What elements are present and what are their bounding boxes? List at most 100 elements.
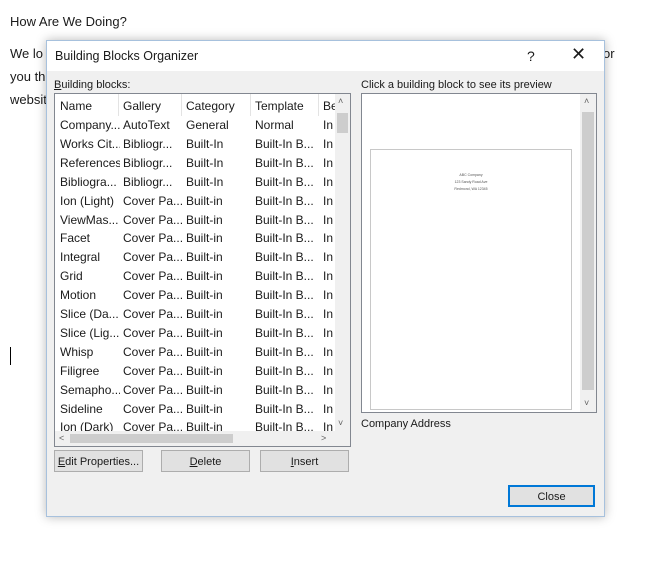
- table-cell: Slice (Da...: [60, 307, 119, 321]
- scroll-down-arrow-icon[interactable]: ˅: [338, 419, 343, 428]
- preview-scroll-thumb[interactable]: [582, 112, 594, 390]
- list-horizontal-scrollbar[interactable]: ˂ ˃: [55, 431, 335, 446]
- table-row[interactable]: Semapho... Cover Pa... Built-in Built-In B.…: [55, 381, 335, 400]
- table-cell: Built-In B...: [255, 269, 314, 284]
- list-header: Name Gallery Category Template Be: [55, 94, 335, 116]
- scroll-left-arrow-icon[interactable]: ˂: [59, 434, 64, 443]
- table-cell: In: [323, 174, 334, 189]
- table-cell: Built-in: [186, 193, 223, 208]
- table-cell: Cover Pa...: [123, 288, 183, 303]
- table-row[interactable]: Bibliogra... Bibliogr... Built-In Built-In …: [55, 173, 335, 192]
- list-vertical-scroll-thumb[interactable]: [337, 113, 348, 133]
- table-cell: References: [60, 155, 120, 170]
- table-cell: Built-in: [186, 307, 223, 321]
- table-cell: Built-In B...: [255, 174, 314, 189]
- dialog-titlebar[interactable]: Building Blocks Organizer ? ✕: [47, 41, 604, 71]
- table-cell: In: [323, 118, 334, 132]
- insert-button[interactable]: Insert: [260, 450, 349, 472]
- preview-block-name: Company Address: [361, 418, 451, 430]
- edit-properties-button[interactable]: Edit Properties...: [54, 450, 143, 472]
- table-row[interactable]: ViewMas... Cover Pa... Built-in Built-In B.…: [55, 211, 335, 230]
- table-cell: Built-In B...: [255, 344, 314, 359]
- preview-page-line: Redmond, WA 12345: [454, 187, 488, 191]
- table-cell: ViewMas...: [60, 212, 119, 227]
- table-row[interactable]: References Bibliogr... Built-In Built-In B.…: [55, 154, 335, 173]
- table-cell: Built-In B...: [255, 212, 314, 227]
- table-cell: Built-In B...: [255, 288, 314, 303]
- table-cell: Semapho...: [60, 382, 120, 397]
- table-cell: Cover Pa...: [123, 212, 183, 227]
- document-heading: How Are We Doing?: [10, 14, 127, 29]
- table-cell: Built-in: [186, 288, 223, 303]
- table-cell: Built-in: [186, 212, 223, 227]
- table-cell: Ion (Light): [60, 193, 115, 208]
- table-row[interactable]: Whisp Cover Pa... Built-in Built-In B... In: [55, 343, 335, 362]
- table-cell: Built-In B...: [255, 382, 314, 397]
- table-cell: Bibliogra...: [60, 174, 117, 189]
- table-cell: Built-In B...: [255, 155, 314, 170]
- table-row[interactable]: Ion (Light) Cover Pa... Built-in Built-In B…: [55, 192, 335, 211]
- text-cursor: [10, 347, 11, 365]
- table-cell: Motion: [60, 288, 97, 303]
- table-cell: Grid: [60, 269, 83, 284]
- table-row[interactable]: Facet Cover Pa... Built-in Built-In B... In: [55, 229, 335, 248]
- column-header-template[interactable]: Template: [255, 99, 304, 113]
- close-icon[interactable]: ✕: [571, 45, 586, 63]
- table-row[interactable]: Filigree Cover Pa... Built-in Built-In B...…: [55, 362, 335, 381]
- scrollbar-corner: [335, 431, 350, 446]
- scroll-up-arrow-icon[interactable]: ˄: [338, 97, 343, 106]
- table-cell: Facet: [60, 231, 91, 246]
- table-cell: Built-In B...: [255, 250, 314, 265]
- table-row[interactable]: Sideline Cover Pa... Built-in Built-In B...…: [55, 400, 335, 419]
- table-row[interactable]: Grid Cover Pa... Built-in Built-In B... In: [55, 267, 335, 286]
- table-cell: Bibliogr...: [123, 174, 173, 189]
- building-blocks-list[interactable]: Name Gallery Category Template Be Compan…: [54, 93, 351, 447]
- column-header-gallery[interactable]: Gallery: [123, 99, 161, 113]
- table-cell: Cover Pa...: [123, 325, 183, 340]
- scroll-down-arrow-icon[interactable]: ˅: [584, 399, 589, 408]
- table-row[interactable]: Integral Cover Pa... Built-in Built-In B...…: [55, 248, 335, 267]
- table-cell: Cover Pa...: [123, 307, 183, 321]
- table-cell: Company...: [60, 118, 120, 132]
- list-horizontal-scroll-thumb[interactable]: [70, 434, 233, 443]
- table-cell: Built-In B...: [255, 363, 314, 378]
- table-cell: In: [323, 363, 334, 378]
- column-header-behavior[interactable]: Be: [323, 99, 335, 113]
- scroll-right-arrow-icon[interactable]: ˃: [321, 434, 326, 443]
- table-row[interactable]: Company... AutoText General Normal In: [55, 116, 335, 135]
- table-cell: In: [323, 269, 334, 284]
- building-blocks-label: Building blocks:: [54, 79, 131, 91]
- table-cell: Built-in: [186, 250, 223, 265]
- column-header-category[interactable]: Category: [186, 99, 235, 113]
- column-separator: [118, 94, 119, 116]
- table-cell: Cover Pa...: [123, 363, 183, 378]
- delete-button[interactable]: Delete: [161, 450, 250, 472]
- close-button[interactable]: Close: [508, 485, 595, 507]
- table-cell: Built-in: [186, 269, 223, 284]
- column-header-name[interactable]: Name: [60, 99, 92, 113]
- preview-vertical-scrollbar[interactable]: ˄ ˅: [580, 94, 596, 412]
- preview-pane: ABC Company 123 Sandy Road Ave Redmond, …: [361, 93, 597, 413]
- table-cell: Bibliogr...: [123, 136, 173, 151]
- scroll-up-arrow-icon[interactable]: ˄: [584, 97, 589, 106]
- table-cell: Cover Pa...: [123, 250, 183, 265]
- table-cell: In: [323, 288, 334, 303]
- table-row[interactable]: Slice (Lig... Cover Pa... Built-in Built-In…: [55, 324, 335, 343]
- preview-page: ABC Company 123 Sandy Road Ave Redmond, …: [370, 149, 572, 410]
- table-cell: AutoText: [123, 118, 170, 132]
- table-row[interactable]: Slice (Da... Cover Pa... Built-in Built-In …: [55, 305, 335, 324]
- table-cell: Built-In B...: [255, 193, 314, 208]
- table-row[interactable]: Motion Cover Pa... Built-in Built-In B... In: [55, 286, 335, 305]
- dialog-title: Building Blocks Organizer: [55, 49, 199, 63]
- table-cell: Cover Pa...: [123, 269, 183, 284]
- table-cell: In: [323, 193, 334, 208]
- preview-page-line: 123 Sandy Road Ave: [454, 180, 488, 184]
- table-row[interactable]: Works Cit... Bibliogr... Built-In Built-In …: [55, 135, 335, 154]
- help-button[interactable]: ?: [527, 48, 535, 64]
- table-cell: Built-in: [186, 344, 223, 359]
- table-cell: Slice (Lig...: [60, 325, 120, 340]
- table-cell: Sideline: [60, 401, 103, 416]
- list-vertical-scrollbar[interactable]: ˄ ˅: [335, 94, 350, 431]
- table-cell: In: [323, 136, 334, 151]
- table-cell: In: [323, 344, 334, 359]
